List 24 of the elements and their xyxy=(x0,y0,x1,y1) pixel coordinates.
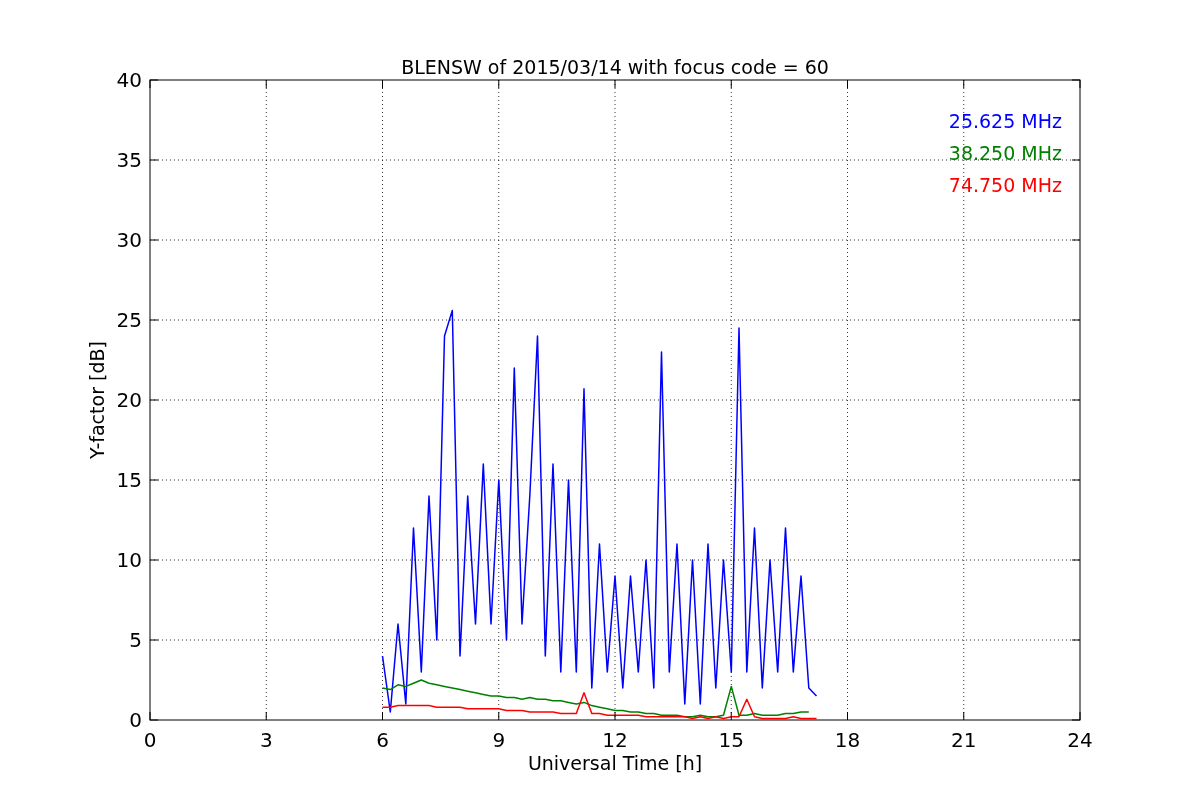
x-tick-label: 0 xyxy=(143,728,157,752)
x-tick-label: 6 xyxy=(376,728,389,752)
x-tick-label: 3 xyxy=(259,728,273,752)
chart-title: BLENSW of 2015/03/14 with focus code = 60 xyxy=(401,56,829,78)
x-tick-label: 9 xyxy=(492,728,506,752)
y-axis-label: Y-factor [dB] xyxy=(86,341,108,459)
x-tick-label: 21 xyxy=(951,728,977,752)
y-tick-label: 40 xyxy=(116,68,142,92)
y-tick-label: 0 xyxy=(129,708,142,732)
x-axis-label: Universal Time [h] xyxy=(527,752,703,774)
y-tick-label: 30 xyxy=(116,228,142,252)
x-tick-label: 18 xyxy=(834,728,861,752)
y-tick-label: 15 xyxy=(116,468,142,492)
x-tick-label: 12 xyxy=(602,728,628,752)
y-tick-label: 20 xyxy=(116,388,142,412)
y-tick-label: 10 xyxy=(116,548,142,572)
legend-label: 74.750 MHz xyxy=(948,174,1062,196)
x-tick-label: 24 xyxy=(1067,728,1093,752)
y-tick-label: 5 xyxy=(129,628,142,652)
y-tick-label: 25 xyxy=(116,308,142,332)
legend-label: 38.250 MHz xyxy=(948,142,1062,164)
x-tick-label: 15 xyxy=(718,728,744,752)
y-tick-label: 35 xyxy=(116,148,142,172)
legend-label: 25.625 MHz xyxy=(948,110,1062,132)
